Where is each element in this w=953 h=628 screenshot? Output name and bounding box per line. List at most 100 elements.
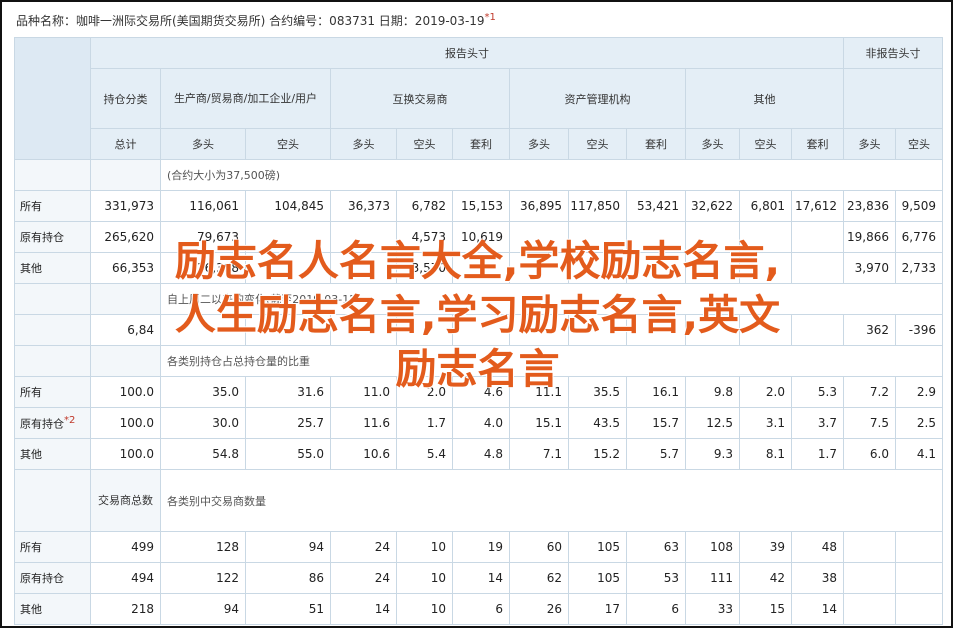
table-cell: 10.6 xyxy=(330,438,397,470)
table-cell: 6 xyxy=(452,593,510,625)
table-cell xyxy=(452,252,510,284)
cot-report-table: 报告头寸 非报告头寸 持仓分类 生产商/贸易商/加工企业/用户 互换交易商 资产… xyxy=(14,37,943,625)
report-header: 品种名称：咖啡一洲际交易所(美国期货交易所) 合约编号：083731 日期：20… xyxy=(16,12,496,29)
table-cell: 19 xyxy=(452,531,510,563)
section-spacer xyxy=(14,159,91,191)
table-cell: 30.0 xyxy=(160,407,246,439)
table-cell: 5.3 xyxy=(791,376,844,408)
table-cell: 100.0 xyxy=(90,376,161,408)
table-cell: 36,895 xyxy=(509,190,569,222)
table-cell: 116,061 xyxy=(160,190,246,222)
swap-dealer-header: 互换交易商 xyxy=(330,68,510,129)
col-mm-long: 多头 xyxy=(509,128,569,160)
table-cell: 54.8 xyxy=(160,438,246,470)
table-cell: 265,620 xyxy=(90,221,161,253)
table-cell: 3.1 xyxy=(739,407,792,439)
table-row: 所有 331,973 116,061 104,845 36,373 6,782 15,153… xyxy=(14,190,943,222)
trader-total-header: 交易商总数 xyxy=(90,469,161,532)
section-spacer xyxy=(90,159,161,191)
table-cell: 11.0 xyxy=(330,376,397,408)
table-cell xyxy=(791,314,844,346)
col-other-short: 空头 xyxy=(739,128,792,160)
table-cell: 15.1 xyxy=(509,407,569,439)
table-cell: 86 xyxy=(245,562,331,594)
table-cell: 2.0 xyxy=(396,376,453,408)
table-cell xyxy=(452,314,510,346)
nonreport-blank xyxy=(843,68,943,129)
table-cell: 11.6 xyxy=(330,407,397,439)
nonreport-positions-header: 非报告头寸 xyxy=(843,37,943,69)
table-cell: 1.7 xyxy=(396,407,453,439)
table-cell: 36,388 xyxy=(160,252,246,284)
table-row: 原有持仓*2 100.0 30.0 25.7 11.6 1.7 4.0 15.1 43.5 15.… xyxy=(14,407,943,439)
col-producer-long: 多头 xyxy=(160,128,246,160)
table-cell xyxy=(245,314,331,346)
table-cell: 5.4 xyxy=(396,438,453,470)
table-cell: 499 xyxy=(90,531,161,563)
table-cell: 108 xyxy=(685,531,740,563)
table-cell: 6,801 xyxy=(739,190,792,222)
table-cell xyxy=(685,314,740,346)
table-cell: 31.6 xyxy=(245,376,331,408)
table-cell xyxy=(160,314,246,346)
table-cell xyxy=(739,252,792,284)
row-label: 其他 xyxy=(14,438,91,470)
table-cell: 10 xyxy=(396,531,453,563)
table-cell: 128 xyxy=(160,531,246,563)
table-cell: 5.7 xyxy=(626,438,686,470)
table-cell: 33 xyxy=(685,593,740,625)
row-label xyxy=(14,314,91,346)
table-cell: 8.1 xyxy=(739,438,792,470)
table-cell: 15 xyxy=(739,593,792,625)
table-cell xyxy=(626,314,686,346)
col-swap-long: 多头 xyxy=(330,128,397,160)
table-cell: 14 xyxy=(452,562,510,594)
table-row: 所有 499 128 94 24 10 19 60 105 63 108 39 48 xyxy=(14,531,943,563)
row-label: 所有 xyxy=(14,531,91,563)
table-cell: 2.0 xyxy=(739,376,792,408)
table-cell: 494 xyxy=(90,562,161,594)
table-cell: 48 xyxy=(791,531,844,563)
table-cell: 25.7 xyxy=(245,407,331,439)
table-cell: 4.0 xyxy=(452,407,510,439)
table-cell: 7.2 xyxy=(843,376,896,408)
table-cell: 94 xyxy=(245,531,331,563)
table-cell: 38 xyxy=(791,562,844,594)
table-cell: 122 xyxy=(160,562,246,594)
row-label: 其他 xyxy=(14,593,91,625)
table-cell: 6,782 xyxy=(396,190,453,222)
table-cell: 6.0 xyxy=(843,438,896,470)
table-cell xyxy=(685,252,740,284)
table-cell: 43.5 xyxy=(568,407,627,439)
table-cell: 105 xyxy=(568,562,627,594)
table-cell: 24 xyxy=(330,562,397,594)
table-cell xyxy=(568,221,627,253)
table-cell: 35.0 xyxy=(160,376,246,408)
table-cell: 4.1 xyxy=(895,438,943,470)
table-cell: 14 xyxy=(330,593,397,625)
col-other-spread: 套利 xyxy=(791,128,844,160)
table-cell: 218 xyxy=(90,593,161,625)
table-cell: 62 xyxy=(509,562,569,594)
table-cell xyxy=(568,252,627,284)
table-cell: 6 xyxy=(626,593,686,625)
col-mm-spread: 套利 xyxy=(626,128,686,160)
table-cell xyxy=(791,221,844,253)
table-cell: 79,673 xyxy=(160,221,246,253)
other-reportables-header: 其他 xyxy=(685,68,844,129)
table-cell: 111 xyxy=(685,562,740,594)
col-mm-short: 空头 xyxy=(568,128,627,160)
section-spacer xyxy=(14,345,91,377)
corner-cell xyxy=(14,37,91,160)
table-row: 原有持仓 494 122 86 24 10 14 62 105 53 111 42 38 xyxy=(14,562,943,594)
section-spacer xyxy=(14,283,91,315)
table-cell: 26 xyxy=(509,593,569,625)
table-cell: 15,153 xyxy=(452,190,510,222)
table-cell xyxy=(685,221,740,253)
table-cell: 94 xyxy=(160,593,246,625)
footnote-mark: *2 xyxy=(64,414,76,426)
table-cell: 4.6 xyxy=(452,376,510,408)
col-nonreport-short: 空头 xyxy=(895,128,943,160)
table-cell: 7.1 xyxy=(509,438,569,470)
col-swap-short: 空头 xyxy=(396,128,453,160)
